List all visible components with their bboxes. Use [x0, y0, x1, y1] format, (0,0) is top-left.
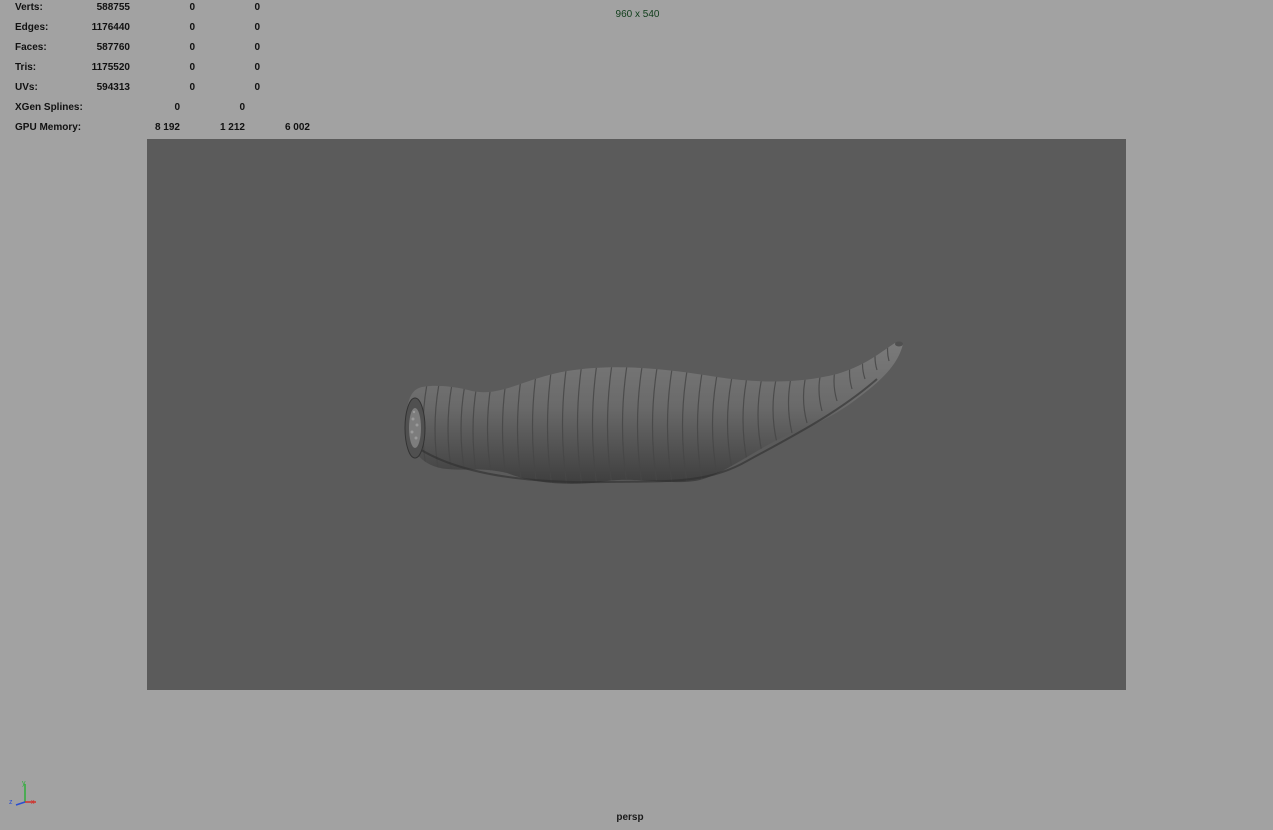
axis-x-label: x [31, 799, 35, 806]
worm-model[interactable] [147, 139, 1126, 690]
hud-value: 0 [254, 42, 260, 53]
hud-value: 0 [239, 102, 245, 113]
axis-z-label: z [9, 799, 13, 806]
hud-value: 0 [174, 102, 180, 113]
axis-y-label: y [22, 780, 26, 787]
modeling-viewport[interactable]: Verts: 588755 0 0 Edges: 1176440 0 0 Fac… [0, 0, 1273, 830]
hud-label: GPU Memory: [15, 122, 82, 133]
hud-value: 1176440 [91, 22, 130, 33]
hud-value: 0 [254, 2, 260, 13]
hud-value: 0 [189, 82, 195, 93]
view-axis-gizmo: y x z [6, 778, 46, 810]
hud-value: 0 [254, 62, 260, 73]
hud-value: 8 192 [154, 122, 180, 133]
resolution-gate-label: 960 x 540 [615, 9, 660, 20]
hud-value: 588755 [96, 2, 130, 13]
resolution-gate[interactable] [147, 139, 1126, 690]
hud-value: 0 [189, 42, 195, 53]
hud-value: 1 212 [219, 122, 245, 133]
camera-name-label: persp [616, 812, 644, 823]
hud-value: 0 [189, 2, 195, 13]
hud-value: 0 [254, 22, 260, 33]
axis-z-line [15, 801, 26, 806]
hud-value: 6 002 [284, 122, 310, 133]
hud-value: 1175520 [91, 62, 130, 73]
hud-value: 0 [189, 22, 195, 33]
hud-value: 594313 [96, 82, 130, 93]
hud-label: XGen Splines: [15, 102, 83, 113]
hud-value: 587760 [96, 42, 130, 53]
worm-tail-tip [895, 341, 903, 347]
hud-value: 0 [254, 82, 260, 93]
hud-value: 0 [189, 62, 195, 73]
